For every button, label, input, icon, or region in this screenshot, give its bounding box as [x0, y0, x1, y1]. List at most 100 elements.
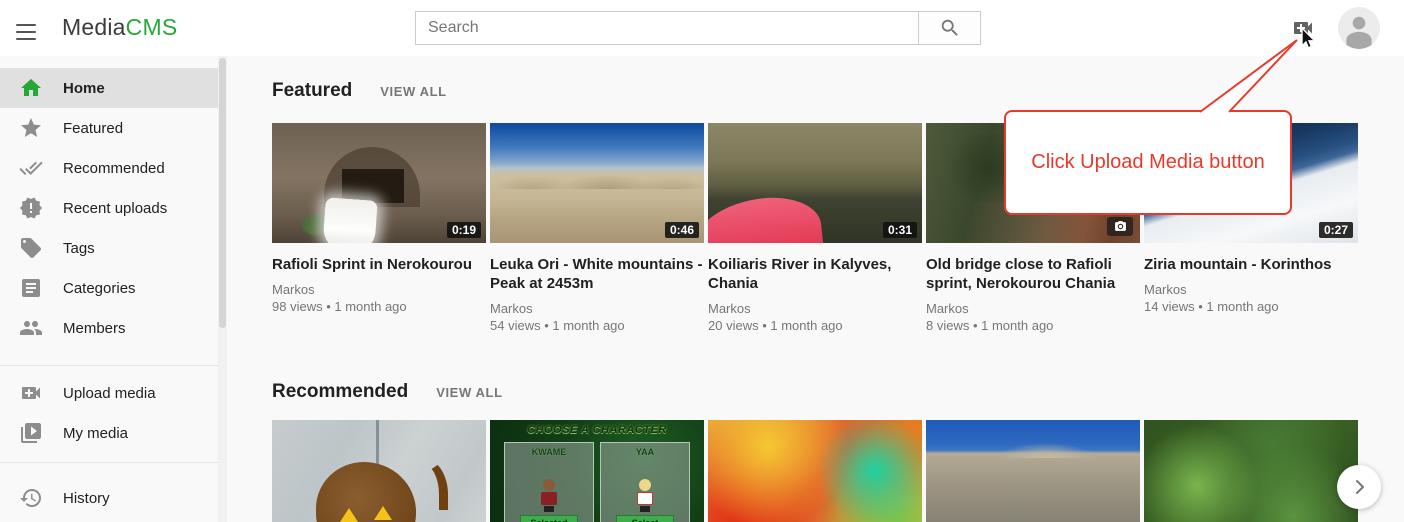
sidebar-item-my-media[interactable]: My media: [0, 413, 218, 453]
upload-media-button[interactable]: [1289, 16, 1317, 40]
pumpkin-illustration: [316, 462, 416, 522]
video-author[interactable]: Markos: [708, 300, 922, 317]
sidebar-scrollbar-track[interactable]: [218, 56, 227, 522]
sidebar-scrollbar-thumb[interactable]: [219, 58, 226, 328]
duration-badge: 0:46: [665, 222, 699, 238]
camera-icon: [1114, 220, 1127, 233]
duration-badge: 0:19: [447, 222, 481, 238]
video-meta: 54 views • 1 month ago: [490, 317, 704, 334]
new-releases-icon: [19, 196, 43, 220]
sidebar-item-label: Recommended: [63, 160, 165, 177]
sidebar-item-recommended[interactable]: Recommended: [0, 148, 218, 188]
game-title-text: CHOOSE A CHARACTER: [490, 424, 704, 436]
logo[interactable]: MediaCMS: [62, 14, 177, 41]
sidebar-divider: [0, 462, 218, 463]
recommended-view-all-link[interactable]: VIEW ALL: [436, 385, 502, 400]
sidebar-item-members[interactable]: Members: [0, 308, 218, 348]
video-card[interactable]: 0:31 Koiliaris River in Kalyves, Chania …: [708, 123, 922, 334]
game-select-button: Select: [616, 515, 674, 522]
recommended-card-row: CHOOSE A CHARACTER KWAME YAA Selected Se…: [272, 420, 1358, 522]
game-selected-button: Selected: [520, 515, 578, 522]
tag-icon: [19, 236, 43, 260]
members-icon: [19, 316, 43, 340]
sidebar-item-featured[interactable]: Featured: [0, 108, 218, 148]
video-meta: 98 views • 1 month ago: [272, 298, 486, 315]
game-character: [636, 479, 654, 513]
video-title[interactable]: Rafioli Sprint in Nerokourou: [272, 255, 486, 274]
sidebar-item-tags[interactable]: Tags: [0, 228, 218, 268]
sidebar-item-label: Members: [63, 320, 126, 337]
sidebar-item-label: My media: [63, 425, 128, 442]
video-card[interactable]: [926, 420, 1140, 522]
sidebar-item-label: Upload media: [63, 385, 156, 402]
sidebar-item-categories[interactable]: Categories: [0, 268, 218, 308]
sidebar-divider: [0, 365, 218, 366]
video-card[interactable]: 0:46 Leuka Ori - White mountains - Peak …: [490, 123, 704, 334]
upload-hint-tooltip: Click Upload Media button: [1004, 110, 1292, 215]
game-character: [540, 479, 558, 513]
video-thumbnail[interactable]: CHOOSE A CHARACTER KWAME YAA Selected Se…: [490, 420, 704, 522]
video-library-icon: [19, 421, 43, 445]
featured-section-header: Featured VIEW ALL: [272, 80, 447, 102]
video-thumbnail[interactable]: [926, 420, 1140, 522]
video-thumbnail[interactable]: [272, 420, 486, 522]
video-call-icon: [1289, 16, 1317, 40]
video-card[interactable]: 0:19 Rafioli Sprint in Nerokourou Markos…: [272, 123, 486, 334]
user-avatar[interactable]: [1338, 7, 1380, 49]
hamburger-menu-icon[interactable]: [16, 19, 36, 37]
sidebar-item-recent-uploads[interactable]: Recent uploads: [0, 188, 218, 228]
recommended-section-header: Recommended VIEW ALL: [272, 381, 503, 403]
video-thumbnail[interactable]: 0:31: [708, 123, 922, 243]
top-header: MediaCMS: [0, 0, 1404, 56]
duration-badge: 0:31: [883, 222, 917, 238]
tooltip-text: Click Upload Media button: [1031, 151, 1264, 174]
video-meta: 20 views • 1 month ago: [708, 317, 922, 334]
history-icon: [19, 486, 43, 510]
video-card[interactable]: CHOOSE A CHARACTER KWAME YAA Selected Se…: [490, 420, 704, 522]
search-input[interactable]: [415, 11, 918, 45]
game-character-panel: KWAME: [504, 442, 594, 522]
image-author[interactable]: Markos: [926, 300, 1140, 317]
sidebar: Home Featured Recommended Recent uploads…: [0, 56, 218, 522]
video-author[interactable]: Markos: [1144, 281, 1358, 298]
home-icon: [19, 76, 43, 100]
sidebar-item-label: Categories: [63, 280, 136, 297]
video-thumbnail[interactable]: [1144, 420, 1358, 522]
video-card[interactable]: [708, 420, 922, 522]
logo-media: Media: [62, 14, 126, 40]
video-title[interactable]: Ziria mountain - Korinthos: [1144, 255, 1358, 274]
video-card[interactable]: [1144, 420, 1358, 522]
sidebar-item-label: Featured: [63, 120, 123, 137]
sidebar-item-label: History: [63, 490, 110, 507]
video-author[interactable]: Markos: [490, 300, 704, 317]
video-author[interactable]: Markos: [272, 281, 486, 298]
scroll-next-button[interactable]: [1337, 465, 1381, 509]
search-icon: [939, 17, 961, 39]
video-card[interactable]: [272, 420, 486, 522]
image-meta: 8 views • 1 month ago: [926, 317, 1140, 334]
game-character-panel: YAA: [600, 442, 690, 522]
video-title[interactable]: Leuka Ori - White mountains - Peak at 24…: [490, 255, 704, 293]
star-icon: [19, 116, 43, 140]
search-button[interactable]: [918, 11, 981, 45]
video-thumbnail[interactable]: [708, 420, 922, 522]
image-title[interactable]: Old bridge close to Rafioli sprint, Nero…: [926, 255, 1140, 293]
sidebar-item-upload-media[interactable]: Upload media: [0, 373, 218, 413]
chevron-right-icon: [1347, 475, 1371, 499]
sidebar-item-history[interactable]: History: [0, 478, 218, 518]
video-title[interactable]: Koiliaris River in Kalyves, Chania: [708, 255, 922, 293]
search-bar: [415, 11, 981, 45]
person-icon: [1338, 7, 1380, 49]
mediacms-app: MediaCMS Home Featured Recommended: [0, 0, 1404, 522]
sidebar-item-home[interactable]: Home: [0, 68, 218, 108]
sidebar-item-label: Tags: [63, 240, 95, 257]
video-thumbnail[interactable]: 0:19: [272, 123, 486, 243]
logo-cms: CMS: [126, 14, 178, 40]
video-meta: 14 views • 1 month ago: [1144, 298, 1358, 315]
done-all-icon: [19, 156, 43, 180]
duration-badge: 0:27: [1319, 222, 1353, 238]
featured-section-title: Featured: [272, 80, 352, 102]
featured-view-all-link[interactable]: VIEW ALL: [380, 84, 446, 99]
video-thumbnail[interactable]: 0:46: [490, 123, 704, 243]
sidebar-item-label: Home: [63, 80, 105, 97]
